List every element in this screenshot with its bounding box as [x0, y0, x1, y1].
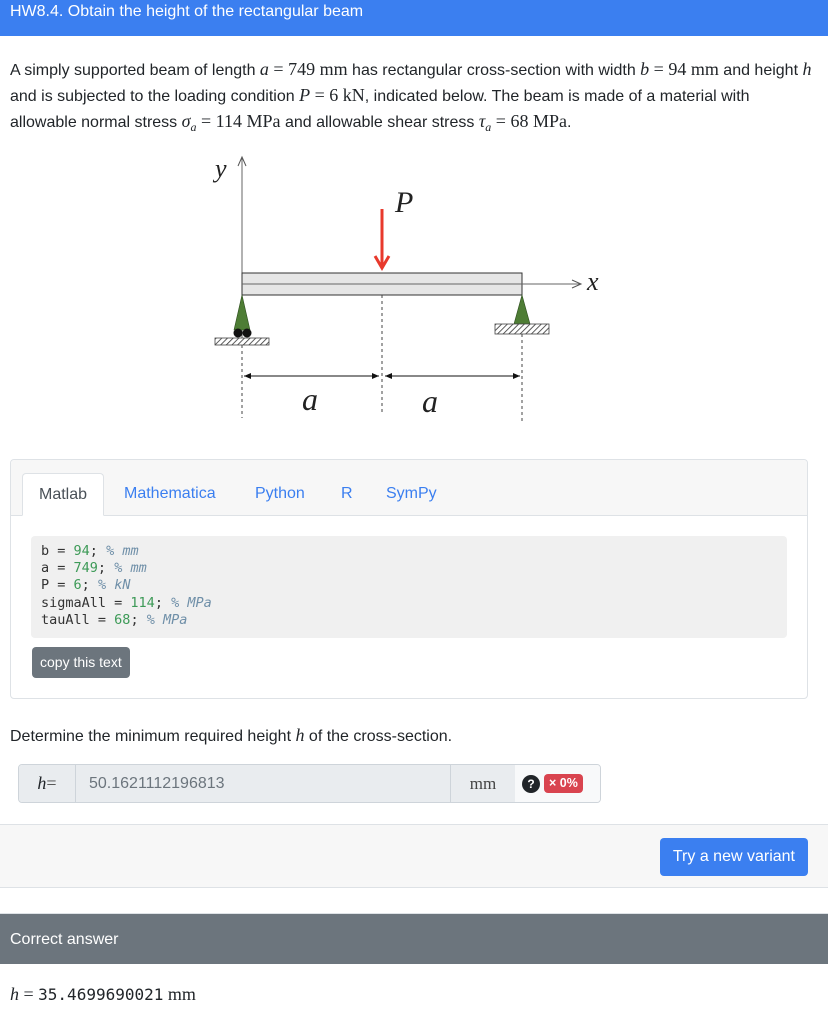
tab-python[interactable]: Python — [239, 473, 321, 516]
tab-sympy[interactable]: SymPy — [370, 473, 453, 516]
left-ground-icon — [214, 337, 270, 346]
copy-text-button[interactable]: copy this text — [32, 647, 130, 678]
code-block[interactable]: b = 94; % mm a = 749; % mm P = 6; % kN sigm… — [31, 536, 787, 638]
tab-mathematica[interactable]: Mathematica — [108, 473, 232, 516]
question-title-bar: HW8.4. Obtain the height of the rectangu… — [0, 0, 828, 36]
question-footer: Try a new variant — [0, 824, 828, 888]
correct-answer-header: Correct answer — [0, 913, 828, 964]
answer-status: ? × 0% — [515, 765, 600, 802]
beam-diagram: y x P a a — [212, 154, 599, 422]
left-support-icon — [233, 294, 251, 331]
problem-statement: A simply supported beam of length a = 74… — [10, 59, 812, 135]
code-line: sigmaAll = 114; % MPa — [41, 594, 212, 611]
dimension-arrowhead-icon — [372, 373, 379, 379]
question-prompt: Determine the minimum required height h … — [10, 725, 453, 745]
right-support-icon — [513, 293, 531, 325]
dimension-arrowhead-icon — [244, 373, 251, 379]
dimension-arrowhead-icon — [385, 373, 392, 379]
span-right-label: a — [422, 383, 438, 419]
dimension-arrowhead-icon — [513, 373, 520, 379]
span-left-label: a — [302, 381, 318, 417]
load-label: P — [394, 186, 413, 219]
language-tabs: Matlab Mathematica Python R SymPy — [11, 460, 807, 516]
code-line: b = 94; % mm — [41, 543, 139, 559]
try-new-variant-button[interactable]: Try a new variant — [659, 838, 808, 876]
help-icon[interactable]: ? — [522, 774, 540, 793]
code-snippet-card: Matlab Mathematica Python R SymPy b = 94… — [10, 459, 808, 699]
correct-answer-value: h = 35.4699690021 mm — [10, 984, 196, 1004]
x-axis-label: x — [586, 267, 599, 296]
code-line: tauAll = 68; % MPa — [41, 611, 188, 628]
code-line: P = 6; % kN — [41, 577, 131, 594]
tab-r[interactable]: R — [325, 473, 369, 516]
right-ground-icon — [494, 323, 550, 335]
tab-matlab[interactable]: Matlab — [22, 473, 105, 516]
answer-input-group: h = mm ? × 0% — [18, 764, 601, 803]
left-roller-icon — [233, 328, 243, 338]
answer-prefix: h = — [19, 765, 76, 802]
answer-unit: mm — [450, 765, 515, 802]
score-badge: × 0% — [544, 774, 583, 793]
code-line: a = 749; % mm — [41, 560, 147, 577]
y-axis-label: y — [212, 154, 227, 183]
question-title: HW8.4. Obtain the height of the rectangu… — [10, 3, 364, 20]
left-roller-icon — [242, 328, 252, 338]
answer-input[interactable] — [76, 765, 450, 802]
